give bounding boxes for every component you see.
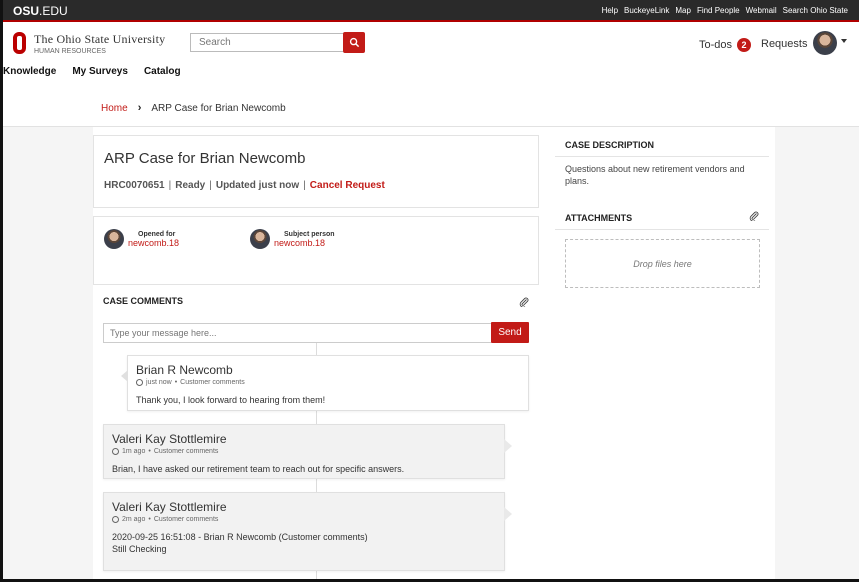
university-name: The Ohio State University — [34, 32, 166, 46]
send-button[interactable]: Send — [491, 322, 529, 343]
comment-type: Customer comments — [153, 516, 219, 523]
comment-author: Valeri Kay Stottlemire — [112, 500, 227, 514]
case-meta: HRC0070651 | Ready | Updated just now | Cancel… — [104, 180, 385, 191]
comment-input[interactable] — [103, 323, 491, 343]
comment-meta: 2m ago • Customer comments — [112, 516, 218, 523]
osu-edu-logo[interactable]: OSU.EDU — [13, 4, 68, 18]
osu-logo-suffix: .EDU — [39, 4, 68, 18]
case-updated: Updated just now — [215, 180, 300, 191]
osu-logo-main: OSU — [13, 4, 40, 18]
comment-pointer — [504, 507, 512, 521]
comment-body: Thank you, I look forward to hearing fro… — [136, 395, 326, 405]
comment-author: Brian R Newcomb — [136, 363, 233, 377]
search-input[interactable] — [190, 33, 343, 52]
todos-label: To-dos — [699, 39, 733, 51]
comment-body: Brian, I have asked our retirement team … — [112, 464, 405, 474]
opened-for-value[interactable]: newcomb.18 — [128, 238, 179, 248]
case-title: ARP Case for Brian Newcomb — [104, 150, 306, 167]
comment-body: 2020-09-25 16:51:08 - Brian R Newcomb (C… — [112, 531, 368, 555]
chevron-down-icon[interactable] — [841, 39, 847, 43]
case-description-heading: CASE DESCRIPTION — [565, 140, 655, 150]
requests-link[interactable]: Requests — [761, 38, 807, 50]
search-button[interactable] — [343, 32, 365, 53]
case-number: HRC0070651 — [104, 180, 165, 191]
opened-for-avatar — [104, 229, 124, 249]
clock-icon — [136, 379, 143, 386]
breadcrumb-home[interactable]: Home — [101, 103, 128, 114]
nav-knowledge[interactable]: Knowledge — [3, 66, 56, 82]
meta-separator: | — [209, 180, 212, 191]
subject-person-text: Subject person newcomb.18 — [274, 231, 335, 248]
site-header: The Ohio State University Human Resource… — [3, 24, 859, 64]
attachment-dropzone[interactable]: Drop files here — [565, 239, 760, 288]
main-nav: Knowledge My Surveys Catalog — [3, 66, 181, 82]
subject-person-label: Subject person — [284, 230, 335, 238]
comment-type: Customer comments — [180, 379, 245, 386]
meta-dot: • — [174, 379, 178, 386]
user-avatar[interactable] — [813, 31, 837, 55]
breadcrumb: Home › ARP Case for Brian Newcomb — [101, 102, 286, 114]
app-frame: OSU.EDU Help BuckeyeLink Map Find People… — [0, 0, 859, 582]
opened-for-label: Opened for — [138, 230, 176, 238]
paperclip-icon[interactable] — [749, 211, 759, 221]
case-title-card: ARP Case for Brian Newcomb HRC0070651 | Re… — [93, 135, 539, 208]
comment-body-line: 2020-09-25 16:51:08 - Brian R Newcomb (C… — [112, 532, 368, 542]
brand-text: The Ohio State University Human Resource… — [34, 32, 165, 55]
subject-person-avatar — [250, 229, 270, 249]
brand-logo[interactable]: The Ohio State University Human Resource… — [13, 32, 165, 55]
opened-for-text: Opened for newcomb.18 — [128, 231, 179, 248]
breadcrumb-separator-icon: › — [137, 102, 142, 114]
breadcrumb-current: ARP Case for Brian Newcomb — [151, 102, 286, 114]
comment-pointer — [504, 439, 512, 453]
meta-dot: • — [148, 448, 151, 455]
case-comments-heading: CASE COMMENTS — [103, 296, 184, 306]
comment-time: just now — [146, 379, 172, 386]
comment-item: Brian R Newcomb just now • Customer comm… — [121, 355, 529, 411]
subject-person-value[interactable]: newcomb.18 — [274, 238, 335, 248]
block-o-icon — [13, 32, 26, 54]
todos-count-badge: 2 — [737, 38, 752, 52]
case-people-card: Opened for newcomb.18 Subject person new… — [93, 216, 539, 285]
clock-icon — [112, 516, 119, 523]
link-help[interactable]: Help — [602, 6, 618, 15]
search-icon — [349, 37, 359, 48]
paperclip-icon[interactable] — [519, 297, 529, 307]
opened-for: Opened for newcomb.18 — [104, 229, 179, 249]
meta-dot: • — [148, 516, 151, 523]
comment-time: 2m ago — [122, 516, 146, 523]
subject-person: Subject person newcomb.18 — [250, 229, 335, 249]
nav-my-surveys[interactable]: My Surveys — [72, 66, 128, 82]
comment-pointer — [121, 370, 128, 382]
meta-separator: | — [168, 180, 172, 191]
case-state: Ready — [175, 180, 206, 191]
cancel-request-button[interactable]: Cancel Request — [310, 180, 385, 191]
clock-icon — [112, 448, 119, 455]
comment-item: Valeri Kay Stottlemire 2m ago • Customer… — [103, 492, 512, 571]
comment-body-line: Still Checking — [112, 544, 167, 554]
description-divider — [555, 156, 769, 157]
link-search-ohio-state[interactable]: Search Ohio State — [783, 6, 848, 15]
comment-meta: 1m ago • Customer comments — [112, 448, 218, 455]
attachments-divider — [555, 229, 769, 230]
attachments-heading: ATTACHMENTS — [565, 213, 633, 223]
todos-link[interactable]: To-dos 2 — [699, 38, 752, 52]
link-find-people[interactable]: Find People — [697, 6, 740, 15]
osu-global-links: Help BuckeyeLink Map Find People Webmail… — [602, 6, 848, 15]
comment-type: Customer comments — [153, 448, 219, 455]
comment-time: 1m ago — [122, 448, 146, 455]
link-webmail[interactable]: Webmail — [746, 6, 777, 15]
link-map[interactable]: Map — [675, 6, 691, 15]
link-buckeyelink[interactable]: BuckeyeLink — [624, 6, 669, 15]
unit-name: Human Resources — [34, 48, 106, 55]
comment-meta: just now • Customer comments — [136, 379, 245, 386]
case-description-text: Questions about new retirement vendors a… — [565, 164, 745, 186]
comment-item: Valeri Kay Stottlemire 1m ago • Customer… — [103, 424, 512, 479]
nav-catalog[interactable]: Catalog — [144, 66, 181, 82]
comment-author: Valeri Kay Stottlemire — [112, 432, 227, 446]
osu-global-bar: OSU.EDU Help BuckeyeLink Map Find People… — [3, 0, 859, 22]
meta-separator: | — [303, 180, 306, 191]
